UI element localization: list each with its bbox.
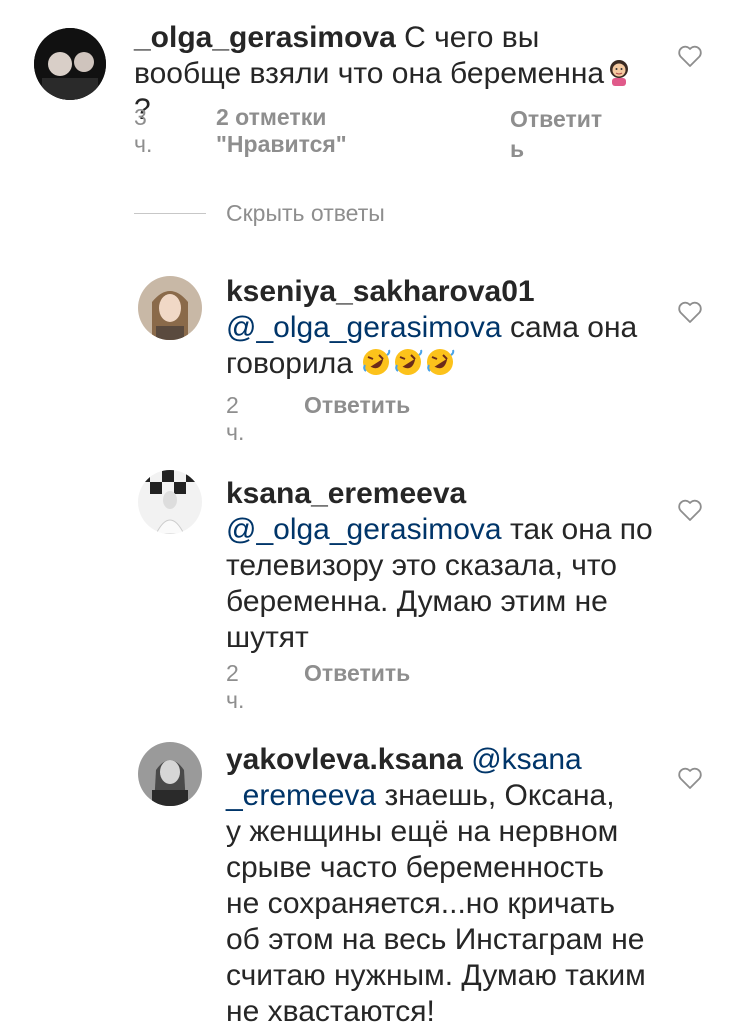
mention-link[interactable]: @_olga_gerasimova [226, 311, 502, 344]
heart-outline-icon[interactable] [677, 766, 703, 790]
divider [134, 213, 206, 214]
comment-text: говорила [226, 347, 353, 380]
mention-link[interactable]: _eremeeva [226, 779, 376, 812]
username[interactable]: kseniya_sakharova01 [226, 275, 535, 308]
hide-replies-button[interactable]: Скрыть ответы [134, 200, 385, 227]
comment-text: знаешь, Оксана, [384, 779, 615, 812]
likes-count[interactable]: 2 отметки "Нравится" [216, 104, 347, 158]
comment-text: у женщины ещё на нервном [226, 815, 619, 848]
heart-outline-icon[interactable] [677, 44, 703, 68]
reply-button[interactable]: Ответить [304, 660, 410, 687]
mention-link[interactable]: @_olga_gerasimova [226, 513, 502, 546]
heart-outline-icon[interactable] [677, 498, 703, 522]
comment-meta: 2 ч. [226, 392, 244, 446]
comment-text: телевизору это сказала, что [226, 549, 617, 582]
mention-link[interactable]: @ksana [471, 743, 582, 776]
comment-text: сама она [509, 311, 638, 344]
reply-button[interactable]: Ответить [304, 392, 410, 419]
timestamp: 2 ч. [226, 392, 245, 445]
username[interactable]: yakovleva.ksana [226, 743, 463, 776]
comment-text: не хвастаются! [226, 995, 435, 1028]
avatar[interactable] [138, 470, 202, 534]
avatar[interactable] [138, 742, 202, 806]
avatar[interactable] [138, 276, 202, 340]
hide-replies-label: Скрыть ответы [226, 200, 385, 226]
rofl-emoji [393, 347, 423, 377]
reply-button[interactable]: Ответит ь [510, 104, 602, 164]
comment-text: так она по [509, 513, 653, 546]
username[interactable]: _olga_gerasimova [134, 21, 396, 54]
comment-meta: 3 ч. [134, 104, 152, 158]
timestamp: 3 ч. [134, 104, 153, 157]
comment-body: yakovleva.ksana @ksana _eremeeva знаешь,… [226, 742, 686, 1030]
comment-text: считаю нужным. Думаю таким [226, 959, 646, 992]
rofl-emoji [361, 347, 391, 377]
rofl-emoji [425, 347, 455, 377]
comment-text: беременна. Думаю этим не [226, 585, 608, 618]
heart-outline-icon[interactable] [677, 300, 703, 324]
username[interactable]: ksana_eremeeva [226, 477, 466, 510]
comment-text: срыве часто беременность [226, 851, 605, 884]
comment-text: не сохраняется...но кричать [226, 887, 615, 920]
comment-meta: 2 ч. [226, 660, 244, 714]
person-gesturing-emoji [604, 57, 634, 87]
avatar[interactable] [34, 28, 106, 100]
comment-text: об этом на весь Инстаграм не [226, 923, 645, 956]
comment-body: kseniya_sakharova01 @_olga_gerasimova са… [226, 274, 666, 382]
comment-body: ksana_eremeeva @_olga_gerasimova так она… [226, 476, 666, 656]
timestamp: 2 ч. [226, 660, 245, 713]
comment-text: шутят [226, 621, 309, 654]
